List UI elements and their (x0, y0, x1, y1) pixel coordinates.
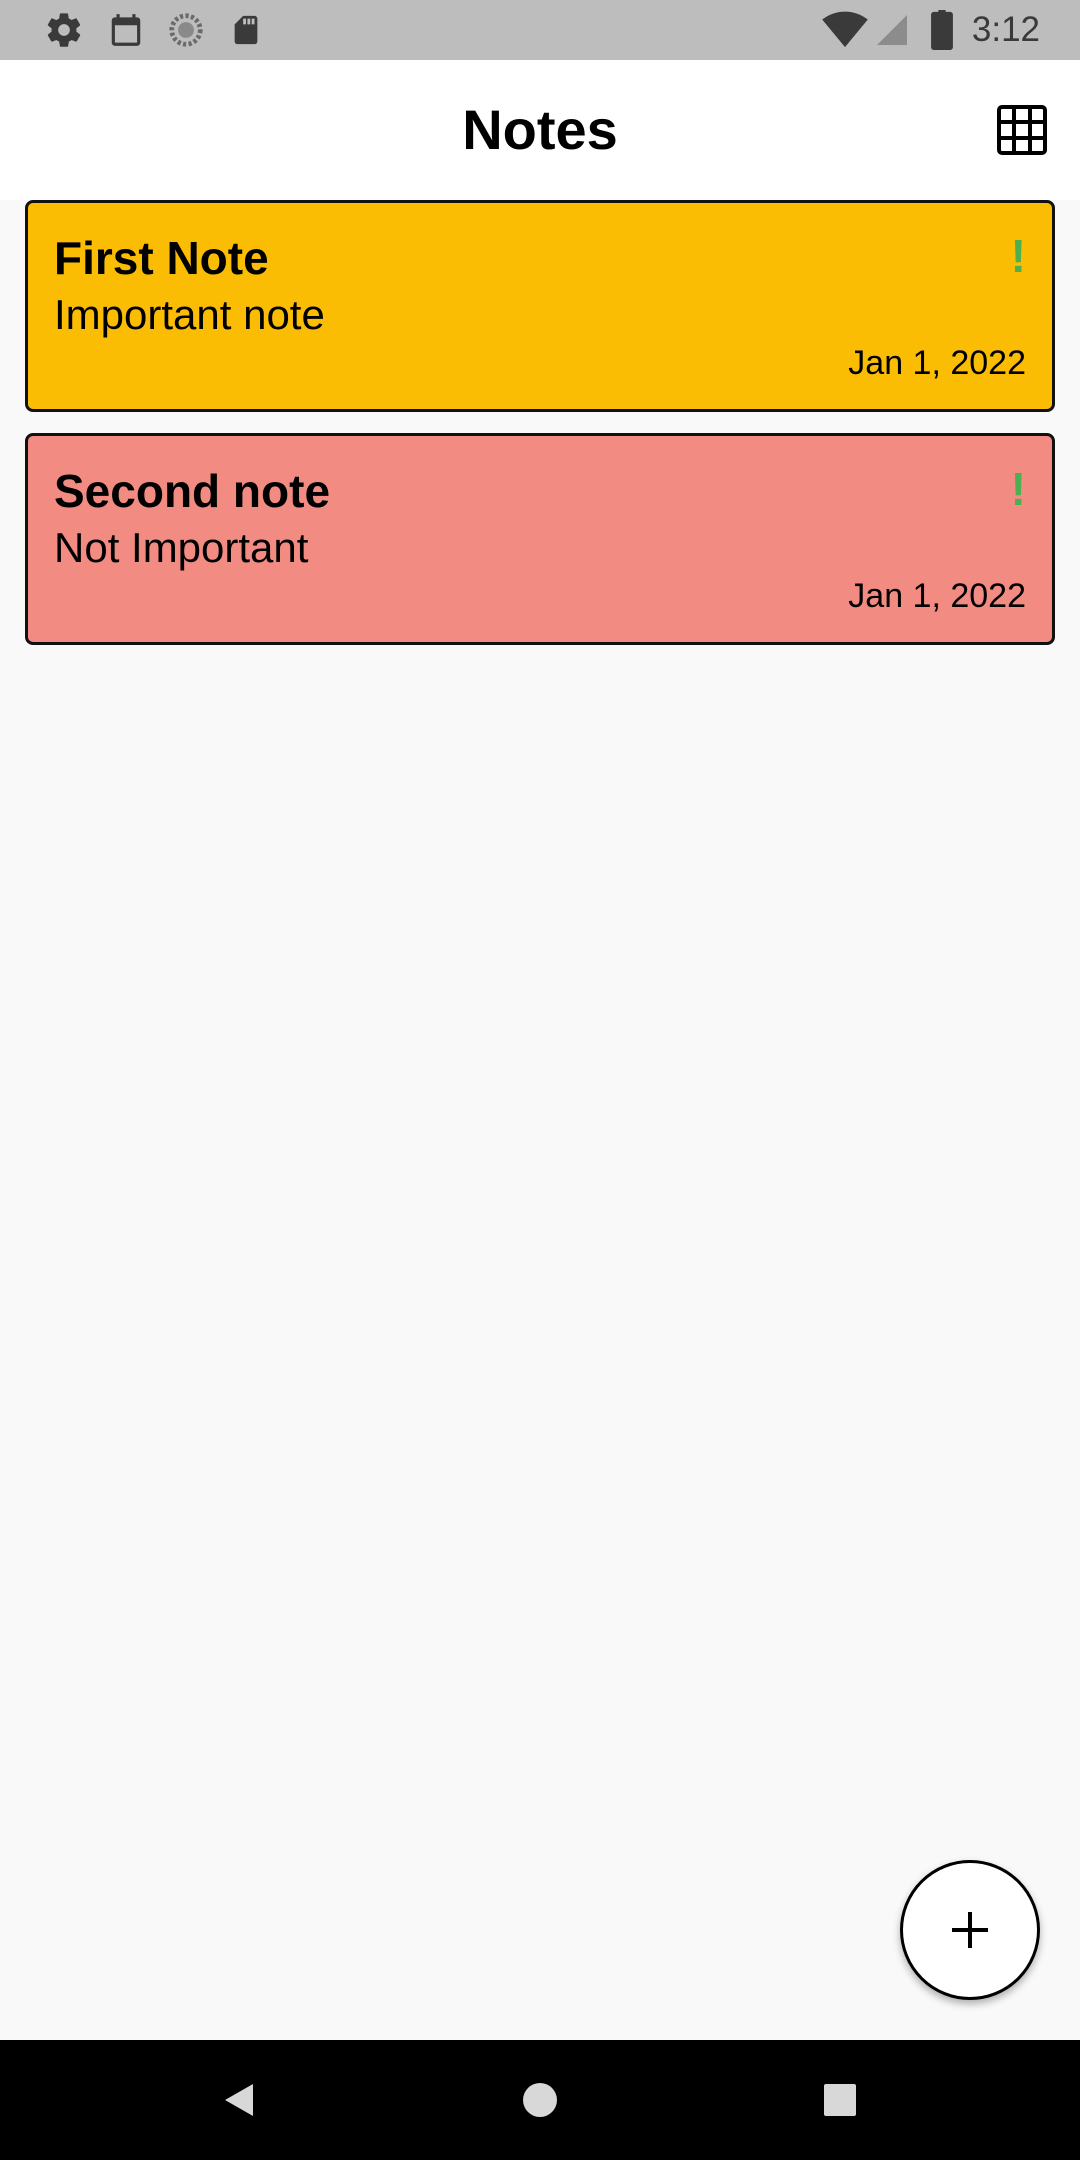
notes-list: First Note Important note ! Jan 1, 2022 … (25, 200, 1055, 666)
note-title: Second note (54, 465, 331, 517)
sync-icon (164, 0, 208, 60)
app-bar: Notes (0, 60, 1080, 200)
navigation-bar (0, 2040, 1080, 2160)
battery-icon (928, 0, 956, 60)
note-date: Jan 1, 2022 (848, 344, 1026, 382)
important-flag-icon: ! (1010, 463, 1026, 515)
gear-icon (42, 0, 86, 60)
home-button[interactable] (510, 2070, 570, 2130)
note-body: Important note (54, 291, 325, 338)
note-card[interactable]: Second note Not Important ! Jan 1, 2022 (25, 433, 1055, 645)
signal-icon (872, 0, 912, 60)
recents-icon (824, 2084, 856, 2116)
status-time: 3:12 (971, 10, 1040, 49)
status-bar: 3:12 (0, 0, 1080, 60)
note-body: Not Important (54, 524, 309, 571)
calendar-icon (104, 0, 148, 60)
note-card[interactable]: First Note Important note ! Jan 1, 2022 (25, 200, 1055, 412)
back-button[interactable] (210, 2070, 270, 2130)
note-date: Jan 1, 2022 (848, 577, 1026, 615)
wifi-icon (820, 0, 870, 60)
important-flag-icon: ! (1010, 230, 1026, 282)
plus-icon (952, 1912, 988, 1948)
back-icon (225, 2084, 253, 2116)
recents-button[interactable] (810, 2070, 870, 2130)
sd-card-icon (224, 0, 268, 60)
grid-icon (997, 105, 1047, 155)
page-title: Notes (462, 98, 618, 161)
note-title: First Note (54, 232, 269, 284)
layout-toggle-button[interactable] (992, 100, 1052, 160)
add-note-button[interactable] (900, 1860, 1040, 2000)
home-icon (523, 2083, 557, 2117)
